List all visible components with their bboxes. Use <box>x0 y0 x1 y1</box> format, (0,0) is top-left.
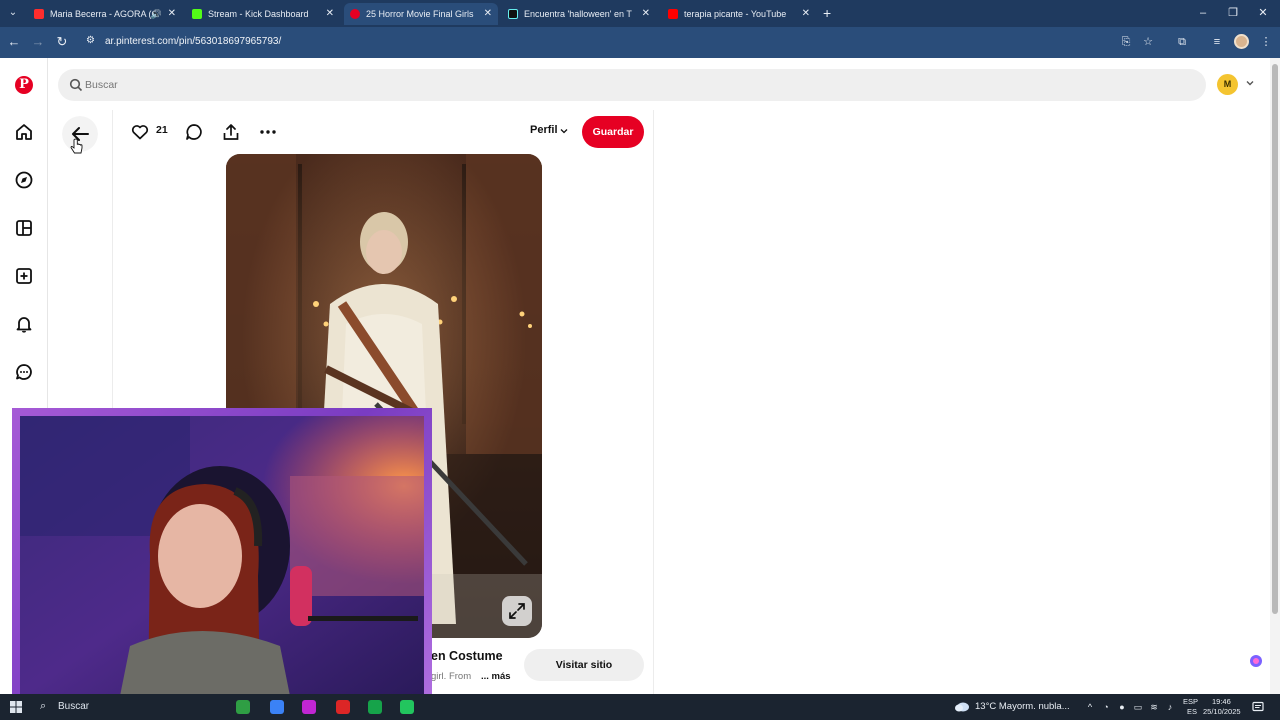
tab-close-icon[interactable]: ✕ <box>484 3 492 25</box>
browser-tab-bar: ⌄ Maria Becerra - AGORA (Of ✕ 🔊 Stream -… <box>0 0 1280 27</box>
home-icon[interactable] <box>14 122 34 142</box>
assistant-sparkle-icon[interactable] <box>1249 654 1263 668</box>
tab-audio-icon[interactable]: 🔊 <box>151 3 162 25</box>
user-avatar[interactable]: M <box>1217 74 1238 95</box>
new-tab-plus-icon[interactable]: + <box>823 5 831 21</box>
comment-icon[interactable] <box>184 122 204 142</box>
keyboard-language[interactable]: ESP <box>1183 697 1198 706</box>
kick-favicon-icon <box>192 9 202 19</box>
screen: ⌄ Maria Becerra - AGORA (Of ✕ 🔊 Stream -… <box>0 0 1280 720</box>
youtube-favicon-icon <box>668 9 678 19</box>
tiktok-favicon-icon <box>508 9 518 19</box>
tray-volume-icon[interactable]: ♪ <box>1164 701 1176 713</box>
create-plus-icon[interactable] <box>14 266 34 286</box>
forward-arrow-icon[interactable]: → <box>30 34 46 50</box>
explore-compass-icon[interactable] <box>14 170 34 190</box>
taskbar-search[interactable]: Buscar <box>58 694 89 720</box>
share-icon[interactable] <box>221 122 241 142</box>
pinterest-favicon-icon <box>350 9 360 19</box>
browser-tab[interactable]: Maria Becerra - AGORA (Of ✕ 🔊 <box>28 3 180 25</box>
tab-title: Encuentra 'halloween' en TikTo <box>524 9 632 19</box>
search-bar[interactable]: Buscar <box>58 69 1206 101</box>
read-more-link[interactable]: ... más <box>481 671 511 682</box>
pin-action-bar: 21 Perfil Guardar <box>113 110 653 154</box>
tray-chevron-up-icon[interactable]: ^ <box>1084 701 1096 713</box>
restore-icon[interactable]: ❐ <box>1224 4 1242 22</box>
page-scrollbar[interactable] <box>1270 58 1280 694</box>
more-options-icon[interactable] <box>258 122 278 142</box>
expand-image-button[interactable] <box>502 596 532 626</box>
tray-wifi-icon[interactable]: ≋ <box>1148 701 1160 713</box>
pin-description: girl. From <box>431 671 472 682</box>
notifications-bell-icon[interactable] <box>14 314 34 334</box>
tab-close-icon[interactable]: ✕ <box>326 3 334 25</box>
keyboard-layout[interactable]: ES <box>1187 707 1197 716</box>
expand-arrows-icon <box>509 603 525 619</box>
messages-icon[interactable] <box>14 362 34 382</box>
chevron-down-icon[interactable] <box>559 126 569 136</box>
webcam-feed <box>20 416 424 696</box>
tab-title: terapia picante - YouTube <box>684 9 787 19</box>
tray-display-icon[interactable]: ▭ <box>1132 701 1144 713</box>
heart-icon[interactable] <box>130 122 150 142</box>
boards-icon[interactable] <box>14 218 34 238</box>
clock-time[interactable]: 19:46 <box>1212 697 1231 706</box>
taskbar-app-icon[interactable] <box>400 700 414 714</box>
taskbar-search-icon[interactable]: ⌕ <box>40 700 54 714</box>
window-close-icon[interactable]: ✕ <box>1254 4 1272 22</box>
browser-tab[interactable]: terapia picante - YouTube ✕ <box>662 3 816 25</box>
visit-site-button[interactable]: Visitar sitio <box>524 649 644 681</box>
tab-title: Maria Becerra - AGORA (Of <box>50 9 156 19</box>
minimize-icon[interactable]: – <box>1194 4 1212 22</box>
webcam-overlay <box>12 408 432 704</box>
browser-menu-icon[interactable]: ⋮ <box>1258 34 1274 50</box>
site-info-icon[interactable]: ⚙ <box>86 35 98 47</box>
url-text[interactable]: ar.pinterest.com/pin/563018697965793/ <box>105 31 281 53</box>
taskbar-app-icon[interactable] <box>368 700 382 714</box>
bookmark-star-icon[interactable]: ☆ <box>1140 34 1156 50</box>
tray-mic-icon[interactable]: ● <box>1116 701 1128 713</box>
tab-title: 25 Horror Movie Final Girls to <box>366 9 474 19</box>
back-arrow-icon[interactable]: ← <box>6 34 22 50</box>
reload-icon[interactable]: ↻ <box>54 34 70 50</box>
taskbar-app-icon[interactable] <box>336 700 350 714</box>
media-controls-icon[interactable]: ≡ <box>1209 34 1225 50</box>
search-placeholder[interactable]: Buscar <box>85 69 118 101</box>
taskbar-app-icon[interactable] <box>236 700 250 714</box>
weather-cloud-icon[interactable] <box>954 699 970 713</box>
browser-toolbar: ← → ↻ ⚙ ar.pinterest.com/pin/56301869796… <box>0 27 1280 58</box>
taskbar-app-icon[interactable] <box>270 700 284 714</box>
extensions-puzzle-icon[interactable]: ⧉ <box>1174 34 1190 50</box>
weather-status[interactable]: 13°C Mayorm. nubla... <box>975 694 1070 720</box>
install-app-icon[interactable]: ⎘ <box>1118 34 1134 50</box>
tab-close-icon[interactable]: ✕ <box>802 3 810 25</box>
browser-tab-active[interactable]: 25 Horror Movie Final Girls to ✕ <box>344 3 498 25</box>
notification-center-icon[interactable] <box>1252 701 1264 713</box>
like-count: 21 <box>156 124 168 136</box>
search-icon <box>69 78 83 92</box>
save-button[interactable]: Guardar <box>582 116 644 148</box>
tab-close-icon[interactable]: ✕ <box>642 3 650 25</box>
pin-title: en Costume <box>431 649 503 663</box>
youtube-favicon-icon <box>34 9 44 19</box>
tab-close-icon[interactable]: ✕ <box>168 3 176 25</box>
windows-start-icon[interactable] <box>10 701 22 713</box>
tray-network-icon[interactable]: ◔ <box>1100 701 1112 713</box>
windows-taskbar: ⌕ Buscar 13°C Mayorm. nubla... ^ ◔ ● ▭ ≋… <box>0 694 1280 720</box>
browser-tab[interactable]: Stream - Kick Dashboard ✕ <box>186 3 340 25</box>
profile-board-selector[interactable]: Perfil <box>530 124 558 136</box>
taskbar-app-icon[interactable] <box>302 700 316 714</box>
tab-title: Stream - Kick Dashboard <box>208 9 309 19</box>
scrollbar-thumb[interactable] <box>1272 64 1278 614</box>
clock-date[interactable]: 25/10/2025 <box>1203 707 1241 716</box>
browser-profile-avatar[interactable] <box>1234 34 1249 49</box>
account-chevron-down-icon[interactable] <box>1244 77 1256 89</box>
streamer-webcam-image <box>20 416 424 696</box>
pinterest-logo-icon[interactable]: P <box>15 76 33 94</box>
address-bar[interactable]: ⚙ ar.pinterest.com/pin/563018697965793/ <box>80 31 1190 53</box>
hand-pointer-cursor-icon <box>70 138 83 154</box>
tab-search-chevron-icon[interactable]: ⌄ <box>5 5 21 21</box>
browser-tab[interactable]: Encuentra 'halloween' en TikTo ✕ <box>502 3 656 25</box>
